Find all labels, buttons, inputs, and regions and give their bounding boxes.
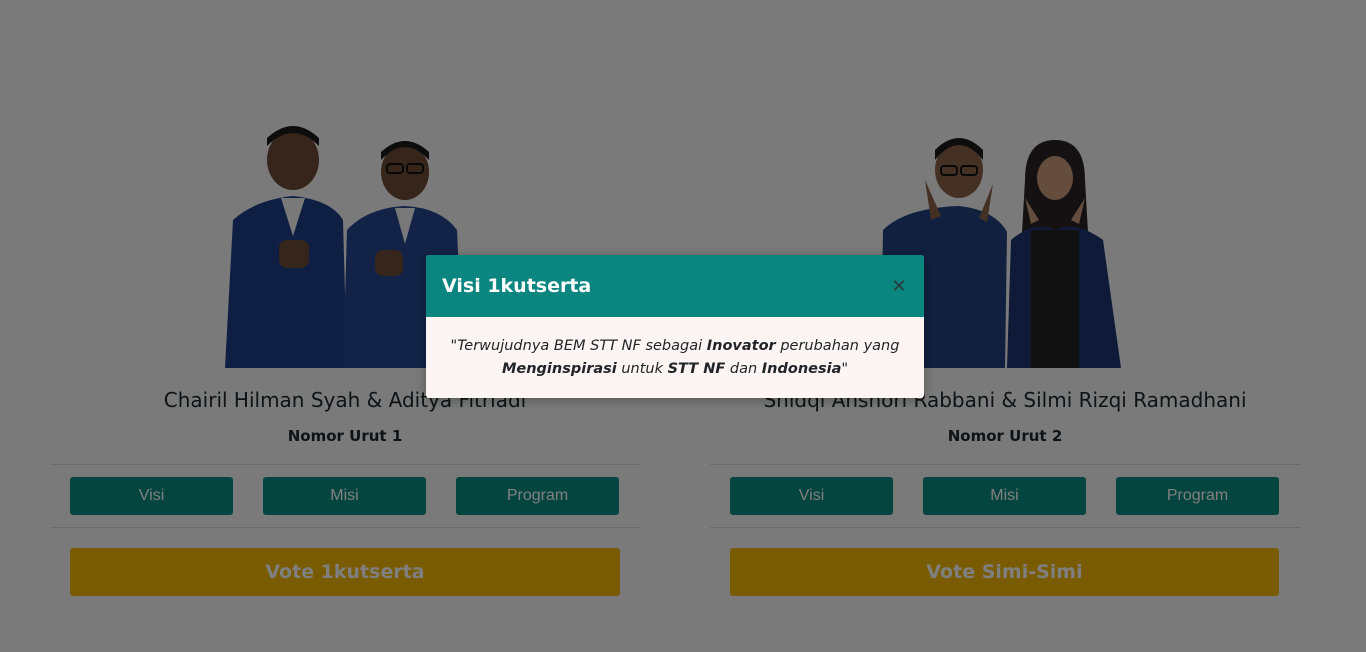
quote-bold: Menginspirasi	[501, 361, 617, 377]
modal-title: Visi 1kutserta	[442, 275, 592, 297]
quote-text: untuk	[616, 361, 668, 377]
quote-text: "Terwujudnya BEM STT NF sebagai	[450, 338, 707, 354]
quote-text: dan	[725, 361, 762, 377]
quote-bold: STT NF	[667, 361, 726, 377]
modal-header: Visi 1kutserta ✕	[426, 255, 924, 317]
visi-modal: Visi 1kutserta ✕ "Terwujudnya BEM STT NF…	[426, 255, 924, 398]
quote-bold: Indonesia	[761, 361, 842, 377]
quote-bold: Inovator	[706, 338, 776, 354]
quote-text: perubahan yang	[775, 338, 900, 354]
close-icon[interactable]: ✕	[890, 277, 908, 295]
quote-text: "	[841, 361, 849, 377]
voting-page: Chairil Hilman Syah & Aditya Fitriadi No…	[0, 0, 1366, 652]
modal-body: "Terwujudnya BEM STT NF sebagai Inovator…	[446, 335, 904, 381]
